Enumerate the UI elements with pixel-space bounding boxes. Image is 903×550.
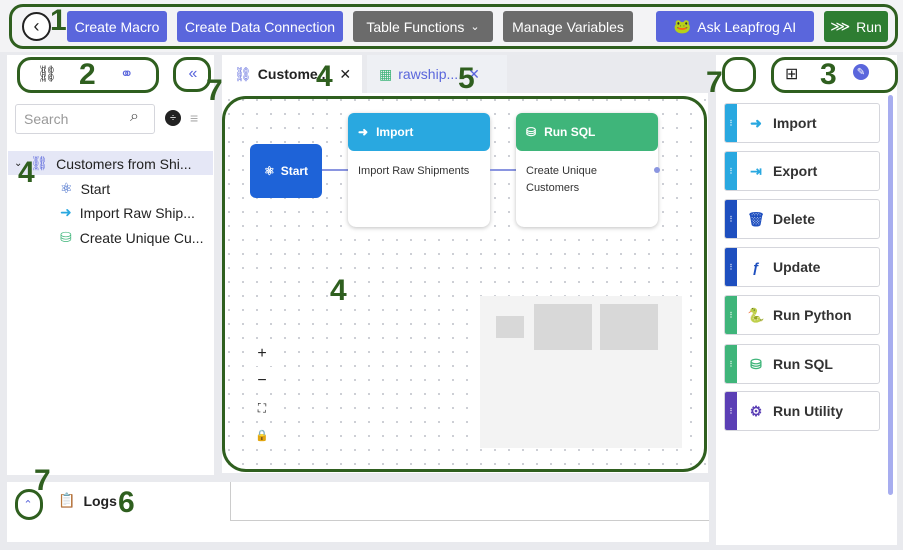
block-run-utility[interactable]: ⋮ ⚙ Run Utility [724,391,880,431]
annotation-number: 7 [706,66,723,99]
block-label: Delete [773,211,816,227]
tree-item-import[interactable]: ➜ Import Raw Ship... [60,204,195,221]
annotation-number: 3 [820,58,837,91]
drag-handle[interactable]: ⋮ [725,104,737,142]
annotation-number: 4 [330,274,347,307]
block-label: Export [773,163,818,179]
block-run-sql[interactable]: ⋮ ⛁ Run SQL [724,344,880,384]
block-delete[interactable]: ⋮ 🗑 Delete [724,199,880,239]
function-icon: ƒ [752,259,760,275]
scrollbar[interactable] [888,95,893,495]
annotation-number: 4 [18,156,35,189]
search-placeholder: Search [24,111,69,127]
block-update[interactable]: ⋮ ƒ Update [724,247,880,287]
start-icon: ⚛ [60,180,73,196]
tree-item-start[interactable]: ⚛ Start [60,180,110,197]
annotation-number: 7 [206,74,223,107]
tree-root-label: Customers from Shi... [56,155,192,172]
table-icon: ▦ [379,65,393,82]
block-label: Run SQL [773,356,833,372]
clipboard-icon: 📋 [58,492,76,508]
trash-icon: 🗑 [747,210,765,227]
block-label: Update [773,259,821,275]
logs-label: Logs [83,492,117,509]
tree-item-label: Create Unique Cu... [79,229,204,246]
tree-item-label: Import Raw Ship... [79,204,195,221]
block-label: Import [773,115,817,131]
annotation-number: 5 [458,62,475,95]
sort-icon[interactable]: ÷ [165,110,181,126]
drag-handle[interactable]: ⋮ [725,296,737,334]
divider [230,482,231,520]
close-icon[interactable]: ✕ [339,66,351,83]
drag-handle[interactable]: ⋮ [725,200,737,238]
logs-tab[interactable]: 📋 Logs [58,492,117,509]
tree-item-label: Start [80,180,111,197]
annotation-box-toolbar [9,4,898,49]
tree-item-sql[interactable]: ⛁ Create Unique Cu... [60,229,203,246]
database-icon: ⛁ [750,355,762,372]
block-label: Run Python [773,307,852,323]
block-run-python[interactable]: ⋮ 🐍 Run Python [724,295,880,335]
tab-rawshipments[interactable]: ▦ rawship... ✕ [367,55,507,93]
block-label: Run Utility [773,403,843,419]
export-icon: ⇥ [750,162,762,179]
import-icon: ➜ [750,114,762,131]
database-icon: ⛁ [60,229,72,245]
tab-label: rawship... [398,66,459,82]
filter-icon[interactable]: ≡ [190,110,198,126]
drag-handle[interactable]: ⋮ [725,248,737,286]
annotation-number: 7 [34,464,51,497]
tree-root[interactable]: ⌄ ⛓ Customers from Shi... [14,155,192,172]
drag-handle[interactable]: ⋮ [725,345,737,383]
block-export[interactable]: ⋮ ⇥ Export [724,151,880,191]
annotation-number: 4 [316,60,333,93]
annotation-box-canvas [222,96,707,472]
tree-icon: ⛓ [234,65,252,82]
utility-icon: ⚙ [749,402,763,419]
drag-handle[interactable]: ⋮ [725,392,737,430]
logs-panel [7,482,709,542]
python-icon: 🐍 [747,306,765,323]
annotation-number: 2 [79,58,96,91]
divider [230,520,709,521]
drag-handle[interactable]: ⋮ [725,152,737,190]
tab-customers[interactable]: ⛓ Custome... ✕ [222,55,362,93]
import-icon: ➜ [60,204,72,220]
search-icon: ⌕ [130,108,139,125]
annotation-number: 6 [118,486,135,519]
annotation-number: 1 [50,4,67,37]
annotation-box-collapse-right [722,57,756,92]
block-import[interactable]: ⋮ ➜ Import [724,103,880,143]
